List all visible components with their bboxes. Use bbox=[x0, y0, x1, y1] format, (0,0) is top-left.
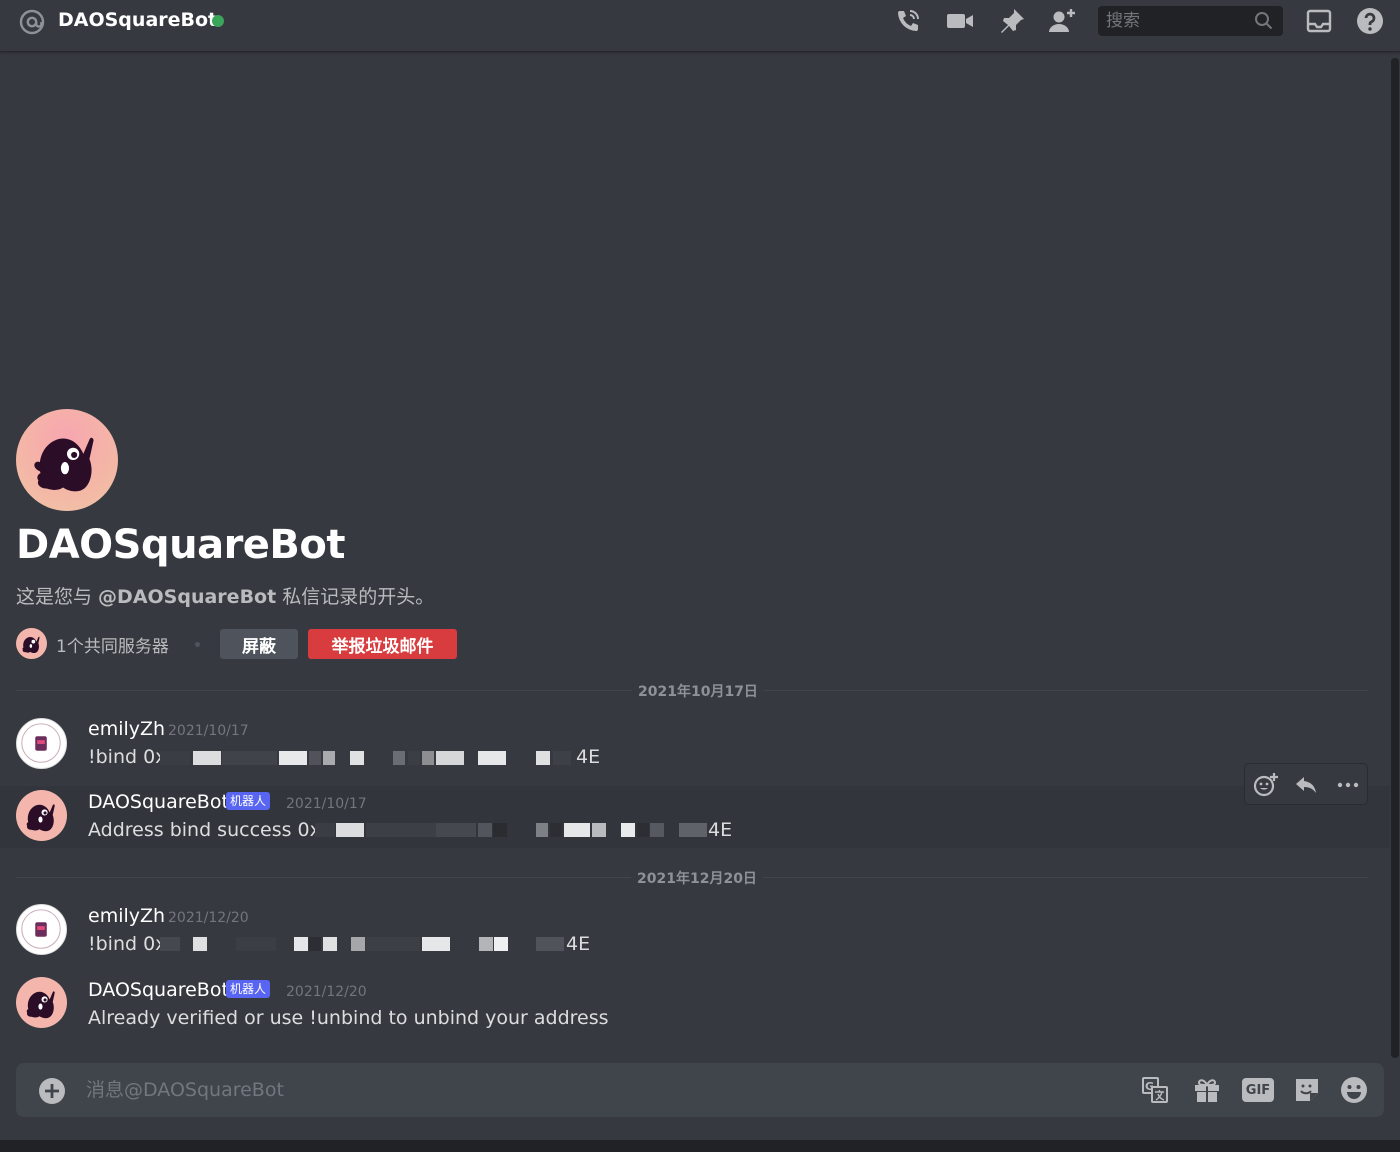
channel-header: DAOSquareBot bbox=[0, 0, 1400, 52]
taskbar-strip bbox=[0, 1140, 1400, 1152]
bot-avatar[interactable] bbox=[16, 790, 67, 841]
emoji-icon[interactable] bbox=[1339, 1075, 1369, 1105]
search-input[interactable] bbox=[1106, 9, 1246, 33]
at-icon bbox=[19, 9, 45, 35]
welcome-subtitle: 这是您与 @DAOSquareBot 私信记录的开头。 bbox=[16, 582, 434, 609]
inbox-icon[interactable] bbox=[1304, 6, 1334, 36]
message-content: Address bind success 0xc bbox=[88, 819, 331, 841]
message-actions-toolbar bbox=[1244, 763, 1368, 805]
phone-call-icon[interactable] bbox=[893, 6, 923, 36]
user-avatar[interactable] bbox=[16, 904, 67, 955]
welcome-subtitle-mention: @DAOSquareBot bbox=[98, 586, 277, 608]
bot-tag: 机器人 bbox=[226, 792, 271, 810]
ghost-mascot-icon bbox=[34, 437, 94, 492]
message-timestamp: 2021/10/17 bbox=[168, 723, 249, 739]
gift-icon[interactable] bbox=[1192, 1075, 1222, 1105]
help-icon[interactable] bbox=[1355, 6, 1385, 36]
message-text: Address bind success 0xc bbox=[88, 819, 331, 841]
add-attachment-icon[interactable] bbox=[38, 1077, 66, 1105]
mutual-servers-link[interactable]: 1个共同服务器 bbox=[56, 632, 169, 657]
add-reaction-icon[interactable] bbox=[1253, 772, 1279, 798]
ghost-mascot-icon bbox=[26, 804, 55, 832]
message-text-end: 4E bbox=[708, 819, 733, 841]
gif-icon[interactable]: GIF bbox=[1242, 1078, 1274, 1102]
add-friend-icon[interactable] bbox=[1047, 6, 1077, 36]
reply-icon[interactable] bbox=[1293, 772, 1319, 798]
ghost-mascot-icon bbox=[26, 991, 55, 1019]
date-divider-label: 2021年10月17日 bbox=[632, 681, 764, 701]
search-icon[interactable] bbox=[1253, 10, 1275, 32]
message-content: Already verified or use !unbind to unbin… bbox=[88, 1007, 609, 1029]
more-icon[interactable] bbox=[1335, 772, 1361, 798]
ghost-mascot-icon bbox=[22, 636, 40, 654]
avatar-badge-icon bbox=[21, 723, 61, 763]
bot-avatar[interactable] bbox=[16, 977, 67, 1028]
video-call-icon[interactable] bbox=[945, 6, 975, 36]
scrollbar-thumb[interactable] bbox=[1391, 58, 1399, 1058]
online-status-indicator bbox=[212, 15, 224, 27]
message-composer: G GIF bbox=[16, 1063, 1384, 1117]
welcome-subtitle-prefix: 这是您与 bbox=[16, 586, 99, 608]
message-timestamp: 2021/10/17 bbox=[286, 796, 367, 812]
search-box[interactable] bbox=[1098, 6, 1283, 36]
pin-icon[interactable] bbox=[997, 6, 1027, 36]
welcome-title: DAOSquareBot bbox=[16, 522, 346, 568]
message-text: !bind 0x bbox=[88, 746, 167, 768]
mutual-server-avatar[interactable] bbox=[16, 628, 47, 659]
date-divider-label: 2021年12月20日 bbox=[631, 868, 763, 888]
bot-tag: 机器人 bbox=[226, 980, 271, 998]
message-timestamp: 2021/12/20 bbox=[168, 910, 249, 926]
message-input[interactable] bbox=[86, 1076, 1086, 1104]
welcome-subtitle-suffix: 私信记录的开头。 bbox=[276, 586, 435, 608]
report-spam-button[interactable]: 举报垃圾邮件 bbox=[308, 629, 457, 659]
message-author[interactable]: DAOSquareBot bbox=[88, 791, 229, 813]
message-content: !bind 0x bbox=[88, 933, 166, 955]
channel-title: DAOSquareBot bbox=[58, 9, 218, 31]
message-author[interactable]: emilyZh bbox=[88, 718, 165, 740]
message-text-end: 4E bbox=[576, 746, 601, 768]
message-timestamp: 2021/12/20 bbox=[286, 984, 367, 1000]
message-text: !bind 0x bbox=[88, 933, 167, 955]
avatar-badge-icon bbox=[21, 909, 61, 949]
separator-dot bbox=[195, 642, 200, 647]
message-text-end: 4E bbox=[566, 933, 591, 955]
bot-profile-avatar bbox=[16, 409, 118, 511]
user-avatar[interactable] bbox=[16, 718, 67, 769]
message-author[interactable]: DAOSquareBot bbox=[88, 979, 229, 1001]
translate-icon[interactable]: G bbox=[1140, 1075, 1170, 1105]
sticker-icon[interactable] bbox=[1292, 1075, 1322, 1105]
message-content: !bind 0x bbox=[88, 746, 166, 768]
message-author[interactable]: emilyZh bbox=[88, 905, 165, 927]
block-button[interactable]: 屏蔽 bbox=[220, 629, 298, 659]
